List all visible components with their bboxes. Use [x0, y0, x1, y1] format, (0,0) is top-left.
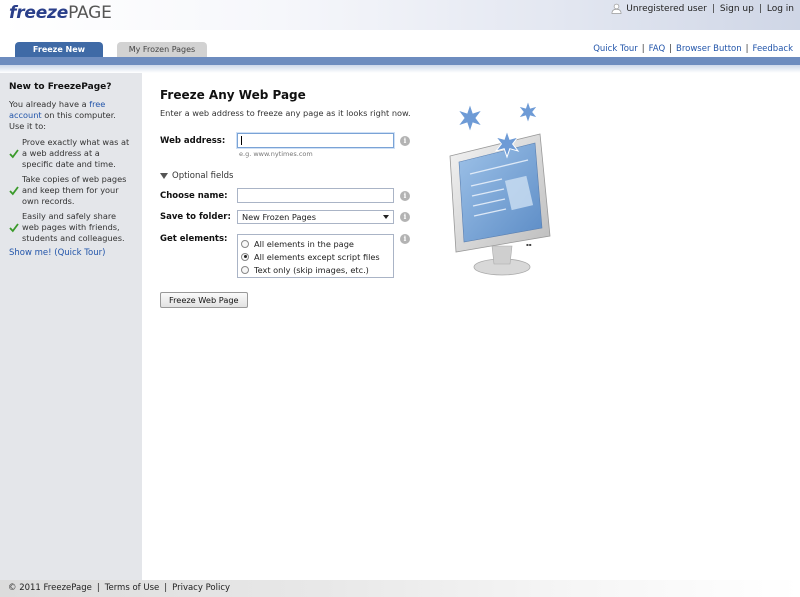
browser-button-link[interactable]: Browser Button — [676, 44, 742, 54]
privacy-policy-link[interactable]: Privacy Policy — [172, 580, 230, 597]
web-address-row: Web address: i — [160, 133, 410, 148]
footer: © 2011 FreezePage | Terms of Use | Priva… — [0, 580, 800, 597]
web-address-input[interactable] — [237, 133, 394, 148]
benefit-text: Easily and safely share web pages with f… — [22, 211, 125, 243]
sidebar-intro-before: You already have a — [9, 99, 90, 109]
save-folder-label: Save to folder: — [160, 212, 231, 222]
radio-label: All elements in the page — [254, 238, 354, 249]
main-tabs: Freeze New Page My Frozen Pages — [15, 42, 221, 69]
save-folder-select[interactable]: New Frozen Pages — [237, 210, 394, 224]
faq-link[interactable]: FAQ — [649, 44, 665, 54]
radio-label: Text only (skip images, etc.) — [254, 264, 369, 275]
top-links: Quick Tour | FAQ | Browser Button | Feed… — [593, 44, 793, 54]
separator: | — [745, 44, 749, 54]
separator: | — [164, 583, 168, 593]
radio-label: All elements except script files — [254, 251, 380, 262]
svg-text:▪▪: ▪▪ — [526, 242, 532, 247]
checkmark-icon — [9, 186, 19, 196]
benefit-text: Prove exactly what was at a web address … — [22, 137, 130, 169]
log-in-link[interactable]: Log in — [767, 4, 794, 14]
radio-option[interactable]: Text only (skip images, etc.) — [241, 263, 390, 276]
sidebar-benefit: Easily and safely share web pages with f… — [9, 211, 133, 244]
optional-fields-label: Optional fields — [172, 171, 234, 181]
optional-fields-toggle[interactable]: Optional fields — [160, 171, 233, 181]
show-me-quick-tour-link[interactable]: Show me! (Quick Tour) — [9, 248, 133, 258]
quick-tour-link[interactable]: Quick Tour — [593, 44, 638, 54]
logo-part-1: freeze — [9, 3, 69, 23]
web-address-hint: e.g. www.nytimes.com — [239, 150, 313, 158]
feedback-link[interactable]: Feedback — [753, 44, 793, 54]
user-bar: Unregistered user | Sign up | Log in — [611, 3, 794, 14]
tab-my-frozen-pages[interactable]: My Frozen Pages — [117, 42, 207, 57]
tab-freeze-new-page[interactable]: Freeze New Page — [15, 42, 103, 69]
checkmark-icon — [9, 223, 19, 233]
copyright-text: © 2011 FreezePage — [8, 583, 92, 593]
save-folder-row: Save to folder: New Frozen Pages i — [160, 210, 410, 224]
separator: | — [711, 3, 715, 14]
sidebar-title: New to FreezePage? — [9, 82, 112, 92]
info-icon[interactable]: i — [400, 234, 410, 244]
radio-button[interactable] — [241, 265, 249, 274]
header-divider — [0, 57, 800, 65]
separator: | — [641, 44, 645, 54]
info-icon[interactable]: i — [400, 135, 410, 146]
top-bar: freezePAGE Unregistered user | Sign up |… — [0, 0, 800, 30]
unregistered-user-label: Unregistered user — [626, 3, 707, 14]
choose-name-row: Choose name: i — [160, 188, 410, 203]
radio-button[interactable] — [241, 239, 249, 248]
radio-option[interactable]: All elements in the page — [241, 237, 390, 250]
sidebar-benefit: Prove exactly what was at a web address … — [9, 137, 133, 170]
header-gradient — [0, 65, 800, 73]
sidebar: New to FreezePage? You already have a fr… — [0, 73, 142, 580]
get-elements-row: Get elements: All elements in the page A… — [160, 234, 410, 278]
freezepage-logo[interactable]: freezePAGE — [9, 3, 112, 23]
info-icon[interactable]: i — [400, 212, 410, 222]
frozen-monitor-illustration: ▪▪ — [449, 99, 551, 276]
elements-radio-group: All elements in the page All elements ex… — [237, 234, 394, 278]
separator: | — [96, 583, 100, 593]
get-elements-label: Get elements: — [160, 234, 228, 244]
logo-part-2: PAGE — [68, 3, 112, 23]
sidebar-benefit: Take copies of web pages and keep them f… — [9, 174, 133, 207]
sidebar-intro: You already have a free account on this … — [9, 99, 133, 132]
info-icon[interactable]: i — [400, 190, 410, 201]
radio-button[interactable] — [241, 252, 249, 261]
radio-option[interactable]: All elements except script files — [241, 250, 390, 263]
triangle-down-icon — [160, 173, 168, 179]
choose-name-label: Choose name: — [160, 190, 228, 201]
user-icon — [611, 3, 622, 14]
text-caret — [241, 136, 242, 145]
separator: | — [758, 3, 762, 14]
dropdown-arrow-icon — [383, 215, 389, 219]
benefit-text: Take copies of web pages and keep them f… — [22, 174, 127, 206]
terms-of-use-link[interactable]: Terms of Use — [105, 580, 160, 597]
choose-name-input[interactable] — [237, 188, 394, 203]
separator: | — [669, 44, 673, 54]
web-address-label: Web address: — [160, 135, 226, 146]
checkmark-icon — [9, 149, 19, 159]
save-folder-value: New Frozen Pages — [242, 212, 316, 222]
freeze-web-page-button[interactable]: Freeze Web Page — [160, 292, 248, 308]
sign-up-link[interactable]: Sign up — [720, 4, 754, 14]
